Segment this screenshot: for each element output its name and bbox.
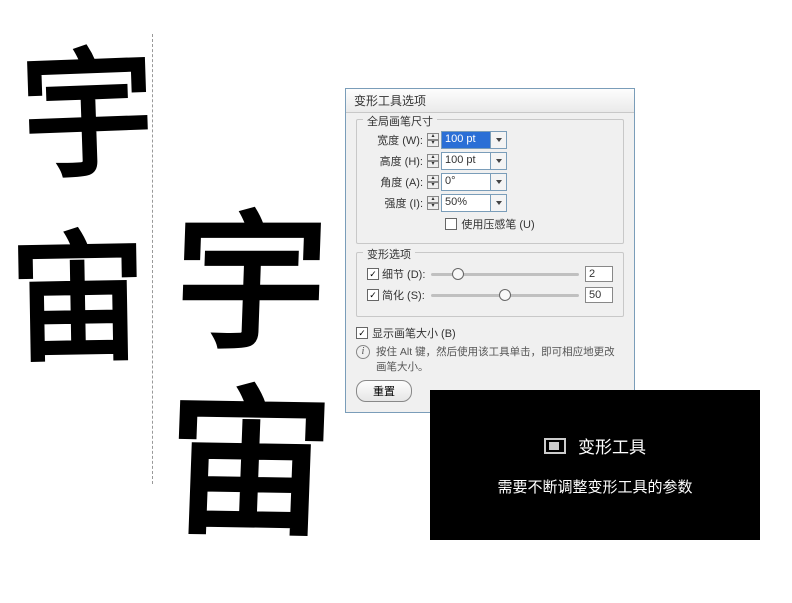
height-dropdown-button[interactable] — [491, 152, 507, 170]
spinner-down-icon[interactable]: ▾ — [427, 161, 439, 168]
spinner-down-icon[interactable]: ▾ — [427, 203, 439, 210]
show-brush-size-checkbox[interactable]: ✓ — [356, 327, 368, 339]
width-label: 宽度 (W): — [367, 132, 427, 148]
detail-checkbox[interactable]: ✓ — [367, 268, 379, 280]
warp-options-legend: 变形选项 — [363, 246, 415, 262]
pressure-pen-label: 使用压感笔 (U) — [461, 216, 534, 232]
width-dropdown-button[interactable] — [491, 131, 507, 149]
warp-options-group: 变形选项 ✓ 细节 (D): 2 ✓ 简化 (S): — [356, 252, 624, 317]
tip-body-text: 需要不断调整变形工具的参数 — [497, 476, 692, 497]
dialog-title: 变形工具选项 — [346, 89, 634, 113]
global-brush-size-group: 全局画笔尺寸 宽度 (W): ▴ ▾ 100 pt 高度 (H): ▴ ▾ — [356, 119, 624, 244]
height-label: 高度 (H): — [367, 153, 427, 169]
simplify-slider[interactable] — [431, 294, 579, 297]
height-stepper[interactable]: ▴ ▾ — [427, 154, 439, 168]
brush-size-legend: 全局画笔尺寸 — [363, 113, 437, 129]
intensity-label: 强度 (I): — [367, 195, 427, 211]
chevron-down-icon — [496, 201, 502, 205]
intensity-stepper[interactable]: ▴ ▾ — [427, 196, 439, 210]
warp-tool-options-dialog: 变形工具选项 全局画笔尺寸 宽度 (W): ▴ ▾ 100 pt 高度 (H):… — [345, 88, 635, 413]
chevron-down-icon — [496, 159, 502, 163]
detail-label: 细节 (D): — [382, 266, 425, 282]
show-brush-size-label: 显示画笔大小 (B) — [372, 325, 456, 341]
simplify-value[interactable]: 50 — [585, 287, 613, 303]
warp-tool-icon — [544, 438, 566, 454]
spinner-up-icon[interactable]: ▴ — [427, 175, 439, 182]
tip-title-text: 变形工具 — [578, 433, 646, 458]
detail-slider[interactable] — [431, 273, 579, 276]
intensity-input[interactable]: 50% — [441, 194, 491, 212]
simplify-label: 简化 (S): — [382, 287, 425, 303]
info-icon: i — [356, 345, 370, 359]
simplify-checkbox[interactable]: ✓ — [367, 289, 379, 301]
width-input[interactable]: 100 pt — [441, 131, 491, 149]
calligraphy-char-1-left: 宇 — [19, 46, 157, 191]
angle-label: 角度 (A): — [367, 174, 427, 190]
slider-thumb-icon[interactable] — [499, 289, 511, 301]
spinner-up-icon[interactable]: ▴ — [427, 154, 439, 161]
info-text: 按住 Alt 键，然后使用该工具单击，即可相应地更改画笔大小。 — [376, 345, 624, 374]
pressure-pen-checkbox[interactable] — [445, 218, 457, 230]
spinner-down-icon[interactable]: ▾ — [427, 182, 439, 189]
intensity-dropdown-button[interactable] — [491, 194, 507, 212]
tip-panel: 变形工具 需要不断调整变形工具的参数 — [430, 390, 760, 540]
height-input[interactable]: 100 pt — [441, 152, 491, 170]
calligraphy-char-1-right: 宇 — [172, 210, 330, 360]
detail-value[interactable]: 2 — [585, 266, 613, 282]
width-stepper[interactable]: ▴ ▾ — [427, 133, 439, 147]
angle-input[interactable]: 0° — [441, 173, 491, 191]
chevron-down-icon — [496, 138, 502, 142]
spinner-up-icon[interactable]: ▴ — [427, 196, 439, 203]
angle-stepper[interactable]: ▴ ▾ — [427, 175, 439, 189]
calligraphy-char-2-left: 宙 — [8, 231, 148, 373]
reset-button[interactable]: 重置 — [356, 380, 412, 402]
angle-dropdown-button[interactable] — [491, 173, 507, 191]
calligraphy-char-2-right: 宙 — [163, 385, 337, 548]
chevron-down-icon — [496, 180, 502, 184]
slider-thumb-icon[interactable] — [452, 268, 464, 280]
spinner-down-icon[interactable]: ▾ — [427, 140, 439, 147]
spinner-up-icon[interactable]: ▴ — [427, 133, 439, 140]
